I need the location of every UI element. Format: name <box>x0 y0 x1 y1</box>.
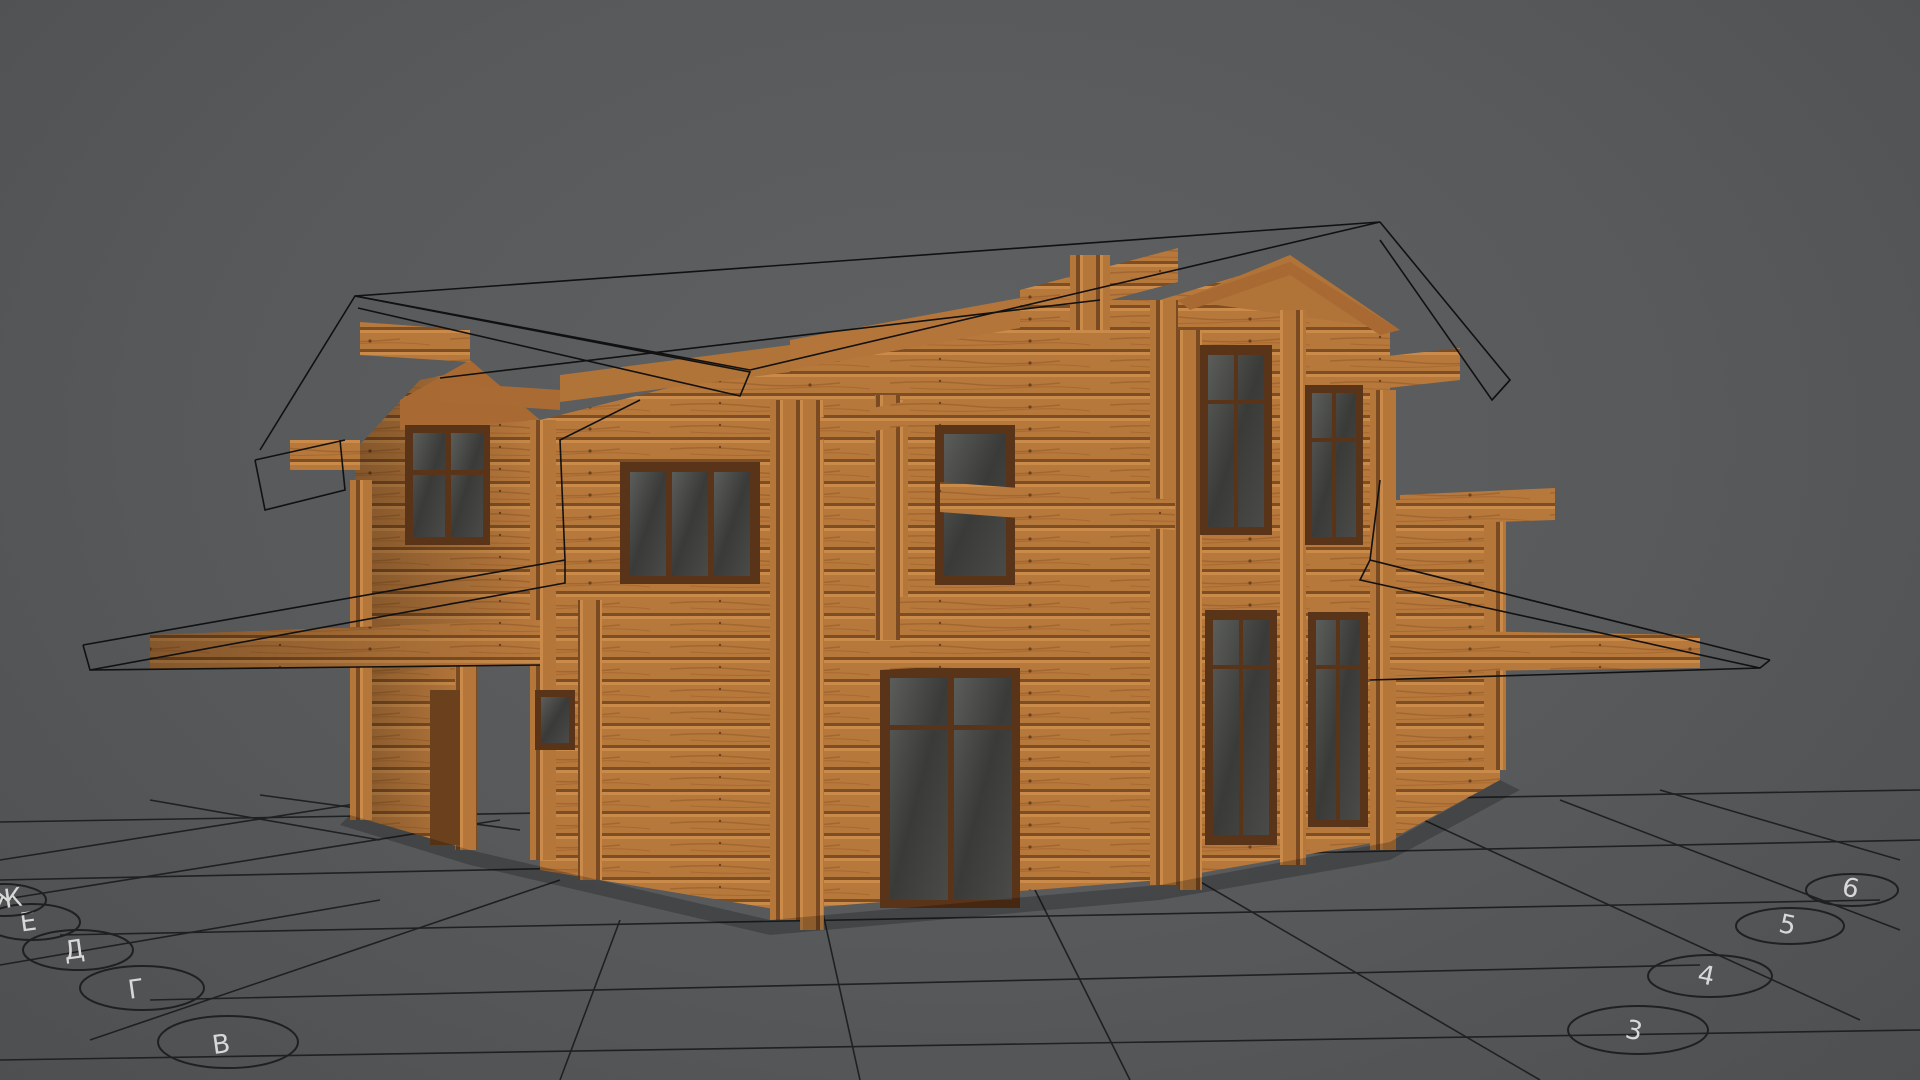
wall-middle-left <box>540 360 780 910</box>
axis-marker-number: 3 <box>1567 1005 1709 1055</box>
axis-label: 3 <box>1623 1015 1645 1048</box>
window-left-upper <box>405 425 490 545</box>
axis-marker-letter: Ж <box>0 883 47 917</box>
axis-marker-number: 4 <box>1647 954 1773 998</box>
axis-label: Д <box>62 934 86 967</box>
window-middle-upper <box>620 462 760 584</box>
axis-marker-number: 5 <box>1735 907 1845 945</box>
central-glass-door <box>880 668 1020 908</box>
axis-label: Ж <box>0 883 24 917</box>
axis-label: 5 <box>1776 909 1798 942</box>
axis-label: Г <box>126 974 146 1006</box>
axis-marker-letter: Д <box>22 929 134 971</box>
axis-marker-number: 6 <box>1805 872 1899 907</box>
axis-label: В <box>210 1029 232 1061</box>
axis-marker-letter: Г <box>79 965 205 1011</box>
axis-marker-letter: В <box>157 1015 299 1069</box>
scene-canvas[interactable]: В Г Д Е Ж 3 4 5 6 <box>0 0 1920 1080</box>
door-left <box>430 690 460 845</box>
window-left-lower <box>535 690 575 750</box>
3d-viewport[interactable]: В Г Д Е Ж 3 4 5 6 <box>0 0 1920 1080</box>
